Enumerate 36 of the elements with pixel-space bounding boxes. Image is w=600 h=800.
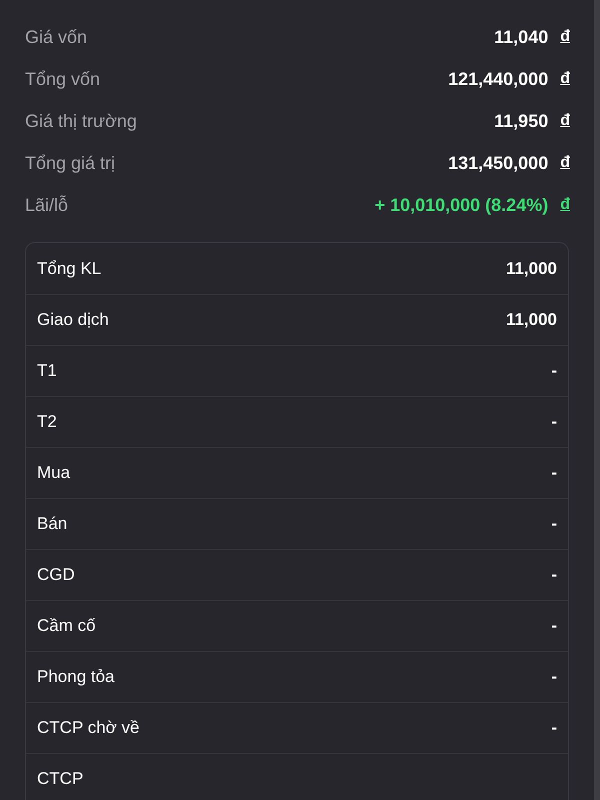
detail-label: Giao dịch [37,309,109,332]
summary-value: 131,450,000 [448,152,548,174]
detail-value: - [551,462,557,484]
summary-value: + 10,010,000 (8.24%) [374,194,548,217]
detail-label: T2 [37,411,57,434]
summary-label: Lãi/lỗ [25,194,68,216]
currency-symbol: đ [560,153,570,173]
detail-value: - [551,717,557,740]
detail-label: Phong tỏa [37,666,115,688]
detail-label: T1 [37,360,57,382]
detail-label: CGD [37,564,75,586]
currency-symbol: đ [560,27,570,47]
detail-value: - [551,360,557,382]
currency-symbol: đ [560,195,570,215]
summary-value: 11,950 [494,110,548,132]
detail-label: Cầm cố [37,615,96,638]
currency-symbol: đ [560,69,570,89]
detail-label: Bán [37,513,68,536]
summary-label: Giá thị trường [25,110,137,133]
detail-label: Mua [37,462,70,484]
detail-value: - [551,615,557,638]
detail-value: 11,000 [506,258,557,280]
detail-value: - [551,666,557,688]
detail-label: Tổng KL [37,258,102,280]
detail-label: CTCP [37,768,84,790]
summary-value: 11,040 [494,26,548,48]
summary-label: Giá vốn [25,26,88,48]
summary-label: Tổng giá trị [25,152,116,175]
detail-value: - [551,564,557,586]
summary-value: 121,440,000 [448,68,548,90]
detail-value: - [551,513,557,536]
detail-value: - [551,411,557,434]
detail-label: CTCP chờ về [37,717,140,740]
currency-symbol: đ [560,111,570,131]
summary-label: Tổng vốn [25,68,100,91]
detail-value: 11,000 [506,309,557,332]
